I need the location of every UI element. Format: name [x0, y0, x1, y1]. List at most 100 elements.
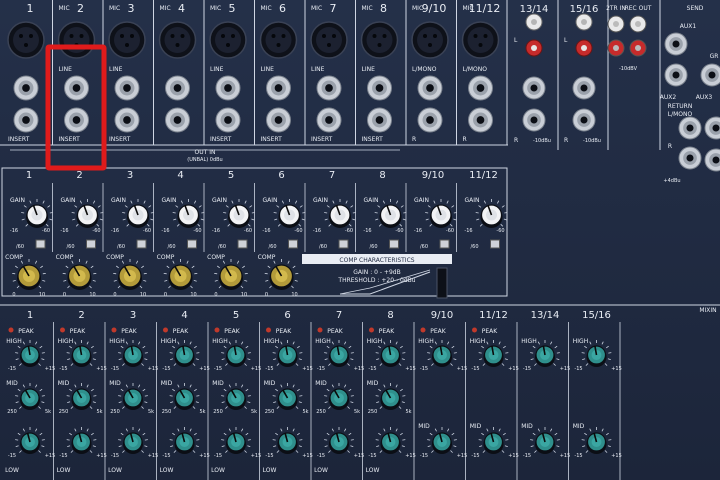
eq-mid-knob-12-tick — [607, 445, 611, 448]
pad-switch-5[interactable] — [237, 239, 248, 249]
pad-switch-7[interactable] — [338, 239, 349, 249]
eq-scale-right: +15 — [457, 366, 468, 372]
eq-scale-left: -15 — [214, 366, 222, 372]
eq-scale-left: -15 — [162, 366, 170, 372]
pad-switch-3[interactable] — [136, 239, 147, 249]
comp-label: COMP — [56, 254, 74, 261]
gain-channel-number: 11/12 — [469, 170, 498, 181]
mid-label: MID — [521, 423, 533, 430]
pad-switch-8[interactable] — [389, 239, 399, 249]
mic-label: MIC — [160, 5, 171, 12]
eq-mid-knob-9-tick — [429, 432, 433, 436]
eq-mid-gain-knob-4-tick — [173, 450, 177, 453]
rca-pin — [581, 19, 587, 25]
eq-mid-gain-knob-7-tick — [324, 445, 328, 448]
eq-high-knob-5-tick — [221, 358, 225, 361]
eq-scale-left: -15 — [214, 453, 222, 459]
rca-pin — [613, 45, 619, 51]
gain-knob-9-tick — [433, 200, 436, 204]
eq-high-knob-2-tick — [69, 345, 73, 349]
pad-switch-6[interactable] — [288, 239, 298, 249]
unbal-label: (UNBAL) 0dBu — [187, 157, 222, 163]
eq-mid-freq-knob-7-tick — [331, 384, 334, 388]
comp-knob-3-tick — [143, 279, 147, 282]
low-label: LOW — [160, 467, 174, 474]
eq-high-knob-2-tick — [89, 363, 93, 366]
eq-high-knob-3-tick — [125, 341, 128, 345]
input-section: 1INSERTMIC 2LINEINSERTMIC 3LINEINSERTMIC 4 M… — [0, 0, 661, 163]
eq-scale-right: +15 — [251, 366, 262, 372]
peak-label: PEAK — [121, 328, 138, 335]
pad-label: /60 — [16, 244, 24, 250]
peak-led-7 — [317, 327, 323, 333]
gain-knob-5-tick — [249, 205, 253, 208]
comp-label: COMP — [157, 254, 175, 261]
xlr-input-7-pin — [327, 43, 331, 47]
comp-knob-6-tick — [291, 285, 294, 289]
eq-mid-freq-knob-5-tick — [245, 388, 249, 392]
pad-switch-9[interactable] — [439, 239, 450, 249]
xlr-input-8-pin — [377, 43, 382, 47]
eq-scale-right: +15 — [508, 366, 519, 372]
eq-high-knob-1-tick — [38, 363, 41, 366]
stereo-number: 13/14 — [520, 4, 549, 15]
mid-label: MID — [573, 423, 585, 430]
eq-scale-right: +15 — [148, 366, 159, 372]
eq-mid-freq-knob-8-tick — [401, 401, 405, 404]
gain-label: GAIN — [111, 197, 126, 204]
mid-scale-right: 5k — [251, 409, 257, 415]
eq-scale-right: +15 — [560, 453, 571, 459]
eq-high-knob-1-tick — [22, 341, 25, 345]
eq-mid-gain-knob-3-tick — [122, 450, 125, 453]
eq-mid-knob-10-tick — [481, 432, 485, 436]
out-in-label: OUT IN — [195, 149, 216, 156]
eq-channel-number: 6 — [284, 310, 290, 321]
pad-switch-4[interactable] — [187, 239, 197, 249]
eq-mid-freq-knob-3-tick — [120, 388, 124, 392]
eq-mid-freq-knob-5-tick — [241, 384, 244, 388]
eq-mid-freq-knob-4-tick — [193, 388, 197, 392]
gain-knob-9-tick — [446, 200, 449, 204]
mic-label: MIC — [311, 5, 322, 12]
comp-knob-2-tick — [90, 265, 94, 269]
comp-scale-left: 0 — [12, 292, 15, 298]
eq-high-knob-2-tick — [92, 358, 96, 361]
eq-high-knob-12-tick — [604, 363, 608, 366]
eq-high-knob-9-tick — [447, 341, 450, 345]
pad-switch-1[interactable] — [35, 239, 46, 249]
gain-knob-2-tick — [75, 223, 79, 227]
eq-channel-number: 15/16 — [582, 310, 611, 321]
eq-mid-freq-knob-6-tick — [273, 401, 277, 404]
xlr-input-4-pin — [180, 34, 185, 38]
peak-led-6 — [266, 327, 271, 333]
comp-knob-2-tick — [65, 265, 69, 269]
eq-high-knob-11-tick — [554, 345, 558, 349]
gain-label: GAIN — [414, 197, 429, 204]
gain-knob-7-tick — [326, 205, 330, 208]
insert-jack-10-hole — [476, 116, 485, 124]
gain-knob-6-tick — [298, 223, 302, 227]
mixer-panel: 1 INSERT MIC 2 LINE INSERT MIC 3 LINE INSERT MIC 4 M… — [0, 0, 720, 480]
mid-scale-right: 5k — [405, 409, 411, 415]
eq-channel-number: 7 — [336, 310, 342, 321]
insert-jack-4-hole — [173, 116, 182, 124]
eq-mid-knob-9-tick — [451, 432, 455, 436]
comp-scale-right: 10 — [140, 292, 146, 298]
aux2-jack-a-hole — [672, 71, 680, 79]
pad-switch-10[interactable] — [490, 239, 500, 249]
eq-high-knob-3-tick — [138, 341, 141, 345]
pad-switch-2[interactable] — [86, 239, 96, 249]
comp-scale-right: 10 — [291, 292, 297, 298]
eq-mid-gain-knob-3-tick — [118, 445, 122, 448]
comp-knob-1-tick — [38, 285, 42, 289]
gain-knob-3-tick — [143, 200, 146, 204]
stereo-number: 15/16 — [570, 4, 599, 15]
eq-mid-freq-knob-2-tick — [90, 388, 94, 392]
comp-knob-5-tick — [240, 285, 244, 289]
gain-knob-6-tick — [299, 205, 303, 208]
eq-high-knob-9-tick — [431, 363, 434, 366]
comp-knob-4-tick — [168, 285, 171, 289]
channel-number: 7 — [330, 2, 337, 15]
insert-jack-2-hole — [72, 116, 81, 124]
xlr-input-7-inner — [316, 27, 342, 53]
